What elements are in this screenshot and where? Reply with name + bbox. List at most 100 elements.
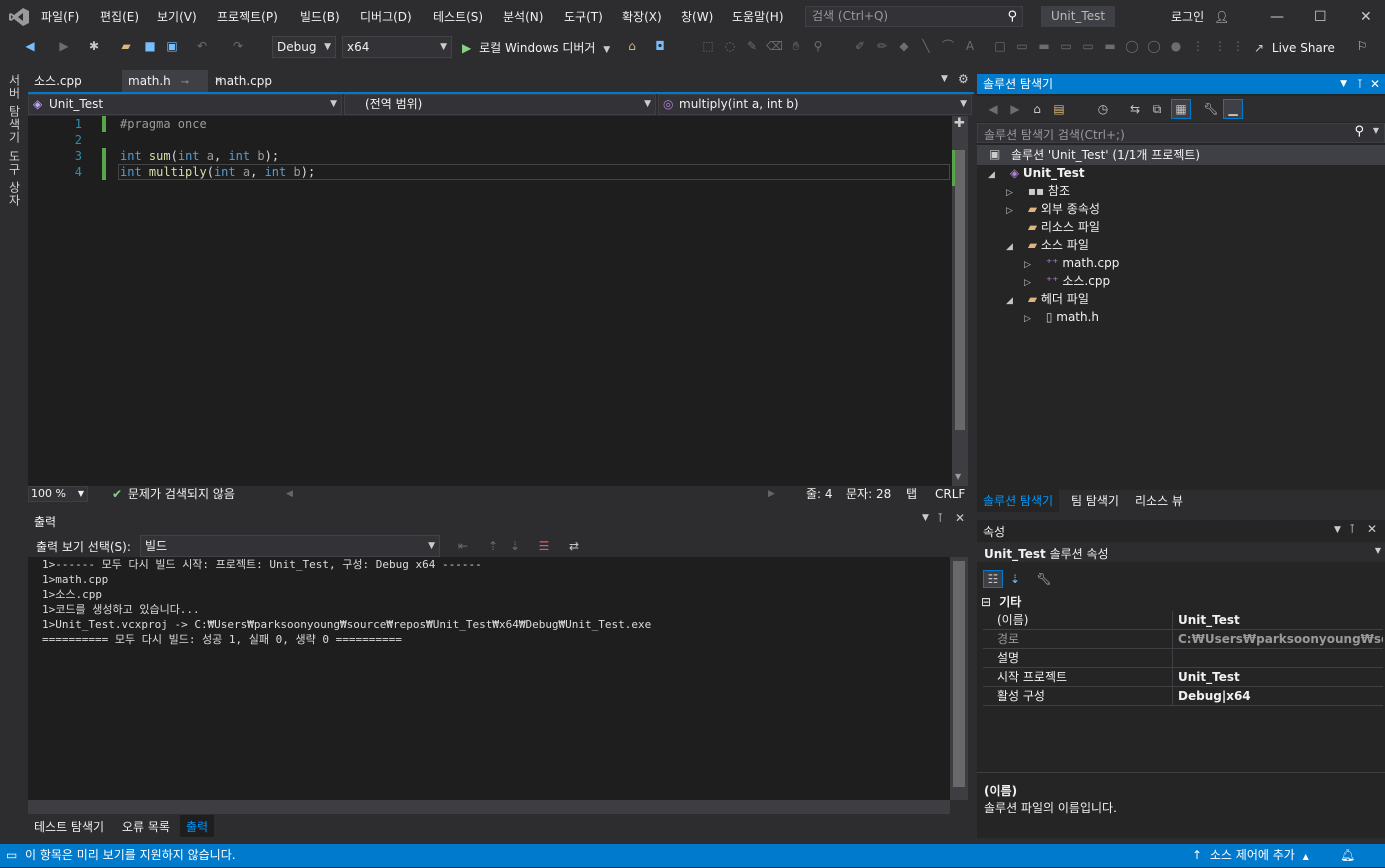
menu-tools[interactable]: 도구(T) xyxy=(564,0,603,34)
tab-resource-view[interactable]: 리소스 뷰 xyxy=(1135,490,1183,512)
maximize-button[interactable]: ☐ xyxy=(1314,0,1327,34)
project-node[interactable]: ◢ ◈ Unit_Test xyxy=(988,164,1085,182)
output-text-area[interactable] xyxy=(28,557,950,800)
save-icon[interactable]: ■ xyxy=(142,38,158,54)
solution-node[interactable]: ▣ 솔루션 'Unit_Test' (1/1개 프로젝트) xyxy=(977,145,1385,165)
pin-icon[interactable]: ⊺ xyxy=(937,511,943,525)
zoom-icon[interactable]: ⚲ xyxy=(810,38,826,54)
editor-scrollbar[interactable]: ✚ ▼ xyxy=(952,116,968,486)
menu-help[interactable]: 도움말(H) xyxy=(732,0,784,34)
tab-math-cpp[interactable]: math.cpp xyxy=(208,70,278,92)
config-select[interactable]: Debug ▼ xyxy=(272,36,336,58)
history-icon[interactable]: ◷ xyxy=(1095,101,1111,117)
tab-solution-explorer[interactable]: 솔루션 탐색기 xyxy=(977,490,1060,512)
tab-test-explorer[interactable]: 테스트 탐색기 xyxy=(34,818,104,835)
undo-icon[interactable]: ↶ xyxy=(194,38,210,54)
show-all-files-icon[interactable]: ▦ xyxy=(1171,99,1191,119)
notification-icon[interactable]: 🔔︎ xyxy=(1340,844,1355,867)
minimize-button[interactable]: — xyxy=(1270,0,1284,34)
align-icon[interactable]: ⋮ xyxy=(1190,38,1206,54)
scroll-thumb[interactable] xyxy=(955,150,965,430)
prev-message-icon[interactable]: ⇡ xyxy=(485,538,501,554)
live-share-button[interactable]: ↗ Live Share xyxy=(1254,38,1335,58)
scroll-down-icon[interactable]: ▼ xyxy=(955,472,961,481)
fill-icon[interactable]: ◆ xyxy=(896,38,912,54)
tree-node-math-h[interactable]: ▷ ▯ math.h xyxy=(1024,308,1099,326)
pencil-icon[interactable]: ✏︎ xyxy=(874,38,890,54)
find-in-files-icon[interactable]: ⌂ xyxy=(624,38,640,54)
menu-debug[interactable]: 디버그(D) xyxy=(360,0,412,34)
back-icon[interactable]: ◀ xyxy=(22,38,38,54)
panel-menu-icon[interactable]: ▼ xyxy=(1334,525,1341,535)
tree-node-source-cpp[interactable]: ▷ ⁺⁺ 소스.cpp xyxy=(1024,272,1110,290)
categorized-icon[interactable]: ☷ xyxy=(983,570,1003,588)
word-wrap-icon[interactable]: ⇄ xyxy=(566,538,582,554)
line-icon[interactable]: ╲ xyxy=(918,38,934,54)
back-icon[interactable]: ◀ xyxy=(985,101,1001,117)
pin-icon[interactable]: ⊺ xyxy=(1357,74,1363,94)
menu-edit[interactable]: 편집(E) xyxy=(100,0,139,34)
menu-test[interactable]: 테스트(S) xyxy=(433,0,483,34)
menu-build[interactable]: 빌드(B) xyxy=(300,0,340,34)
gear-icon[interactable]: ⚙︎ xyxy=(958,72,969,86)
property-row[interactable]: 설명 xyxy=(983,649,1383,668)
tree-node-math-cpp[interactable]: ▷ ⁺⁺ math.cpp xyxy=(1024,254,1119,272)
close-icon[interactable]: ✕ xyxy=(955,511,965,525)
hand-icon[interactable]: ✋︎ xyxy=(788,38,804,54)
wrench-icon[interactable]: 🔧︎ xyxy=(1203,101,1219,117)
new-project-icon[interactable]: ✱ xyxy=(86,38,102,54)
server-explorer-tab[interactable]: 서버 탐색기 xyxy=(6,74,23,144)
pin-icon[interactable]: ⊺ xyxy=(1349,522,1355,536)
tab-team-explorer[interactable]: 팀 탐색기 xyxy=(1071,490,1119,512)
brush-icon[interactable]: ✐ xyxy=(852,38,868,54)
scroll-right-icon[interactable]: ▶ xyxy=(768,486,775,502)
project-dropdown[interactable]: ◈ Unit_Test ▼ xyxy=(28,94,342,115)
forward-icon[interactable]: ▶ xyxy=(1007,101,1023,117)
text-icon[interactable]: A xyxy=(962,38,978,54)
start-debug-button[interactable]: ▶ 로컬 Windows 디버거 ▼ xyxy=(462,37,610,59)
output-hscrollbar[interactable] xyxy=(28,800,950,814)
properties-object-select[interactable]: Unit_Test 솔루션 속성 ▼ xyxy=(977,542,1385,562)
menu-view[interactable]: 보기(V) xyxy=(157,0,197,34)
forward-icon[interactable]: ▶ xyxy=(56,38,72,54)
se-search-input[interactable]: 솔루션 탐색기 검색(Ctrl+;) ⚲ ▼ xyxy=(977,123,1385,143)
scroll-left-icon[interactable]: ◀ xyxy=(286,486,293,502)
round-rect-icon[interactable]: ▭ xyxy=(1058,38,1074,54)
more-icon[interactable]: ⋮ xyxy=(1230,38,1246,54)
open-file-icon[interactable]: ▰ xyxy=(118,38,134,54)
alphabetical-icon[interactable]: ⇣ xyxy=(1007,571,1023,587)
menu-extensions[interactable]: 확장(X) xyxy=(622,0,662,34)
tree-node-source-files[interactable]: ◢ ▰ 소스 파일 xyxy=(1006,236,1089,254)
sync-icon[interactable]: ⇆ xyxy=(1127,101,1143,117)
source-control-button[interactable]: ↑ 소스 제어에 추가 ▲ xyxy=(1192,844,1309,868)
panel-menu-icon[interactable]: ▼ xyxy=(922,513,929,523)
scroll-thumb[interactable] xyxy=(953,561,965,787)
pen-icon[interactable]: ✎ xyxy=(744,38,760,54)
panel-menu-icon[interactable]: ▼ xyxy=(1340,74,1347,94)
scope-dropdown[interactable]: (전역 범위) ▼ xyxy=(344,94,656,115)
tree-node-references[interactable]: ▷ ▪▪ 참조 xyxy=(1006,182,1070,200)
platform-select[interactable]: x64 ▼ xyxy=(342,36,452,58)
tab-error-list[interactable]: 오류 목록 xyxy=(122,818,170,835)
property-pages-icon[interactable]: 🔧︎ xyxy=(1036,571,1052,587)
issues-indicator[interactable]: ✔ 문제가 검색되지 않음 xyxy=(112,486,235,502)
property-row[interactable]: 활성 구성 Debug|x64 xyxy=(983,687,1383,706)
close-icon[interactable]: ✕ xyxy=(1370,74,1380,94)
pin-icon[interactable]: ⊸ xyxy=(181,77,189,88)
lasso-icon[interactable]: ◌ xyxy=(722,38,738,54)
search-input[interactable]: 검색 (Ctrl+Q) ⚲ xyxy=(805,6,1023,27)
switch-view-icon[interactable]: ▤ xyxy=(1051,101,1067,117)
rect-fill-icon[interactable]: ▬ xyxy=(1036,38,1052,54)
login-button[interactable]: 로그인 👤︎ xyxy=(1171,0,1229,34)
tree-node-header-files[interactable]: ◢ ▰ 헤더 파일 xyxy=(1006,290,1089,308)
toolbox-tab[interactable]: 도구 상자 xyxy=(6,150,23,207)
tree-node-external-deps[interactable]: ▷ ▰ 외부 종속성 xyxy=(1006,200,1100,218)
ellipse-icon[interactable]: ◯ xyxy=(1124,38,1140,54)
split-icon[interactable]: ✚ xyxy=(954,116,965,131)
save-all-icon[interactable]: ▣ xyxy=(164,38,180,54)
rect-outline-icon[interactable]: ▭ xyxy=(1014,38,1030,54)
eraser-icon[interactable]: ⌫ xyxy=(766,38,783,54)
collapse-all-icon[interactable]: ⧉ xyxy=(1149,101,1165,117)
member-dropdown[interactable]: ◎ multiply(int a, int b) ▼ xyxy=(658,94,972,115)
close-icon[interactable]: ✕ xyxy=(1367,522,1377,536)
